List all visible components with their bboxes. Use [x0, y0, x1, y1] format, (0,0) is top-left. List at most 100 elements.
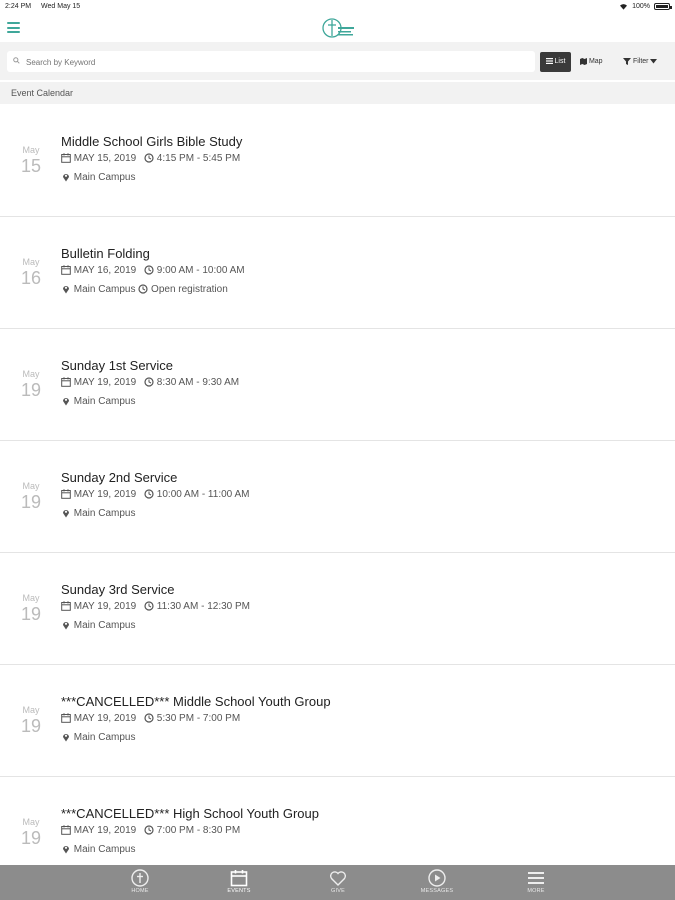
clock-icon: [144, 265, 154, 275]
wifi-icon: [620, 4, 628, 10]
event-datetime: MAY 19, 2019 8:30 AM - 9:30 AM: [61, 377, 239, 388]
event-month: May: [22, 145, 40, 155]
tab-home-label: HOME: [131, 888, 149, 894]
event-location: Main Campus: [73, 620, 136, 631]
event-date-block: May 19: [16, 817, 46, 849]
event-datetime: MAY 16, 2019 9:00 AM - 10:00 AM: [61, 265, 245, 276]
tab-events-label: EVENTS: [227, 888, 251, 894]
status-bar: 2:24 PM Wed May 15 100%: [0, 0, 675, 14]
event-list-item[interactable]: May 19 Sunday 2nd Service MAY 19, 2019 1…: [0, 441, 675, 553]
play-icon: [428, 869, 446, 887]
event-day: 19: [20, 604, 42, 624]
location-pin-icon: [63, 846, 69, 854]
event-day: 15: [20, 156, 42, 176]
tab-more[interactable]: MORE: [496, 865, 576, 900]
calendar-icon: [61, 377, 71, 387]
menu-icon: [528, 872, 544, 884]
map-view-button[interactable]: Map: [580, 52, 603, 72]
event-day: 19: [20, 828, 42, 848]
clock-icon: [144, 601, 154, 611]
event-list-item[interactable]: May 19 ***CANCELLED*** High School Youth…: [0, 777, 675, 865]
event-date-block: May 16: [16, 257, 46, 289]
registration-clock-icon: [138, 284, 148, 294]
event-day: 19: [20, 380, 42, 400]
tab-home[interactable]: HOME: [100, 865, 180, 900]
event-date: MAY 19, 2019: [73, 825, 137, 836]
tab-give[interactable]: GIVE: [298, 865, 378, 900]
app-header: [0, 14, 675, 42]
list-icon: [545, 58, 553, 65]
clock-icon: [144, 489, 154, 499]
event-date: MAY 19, 2019: [73, 489, 137, 500]
calendar-icon: [61, 601, 71, 611]
tab-more-label: MORE: [527, 888, 545, 894]
location-pin-icon: [63, 510, 69, 518]
event-list-item[interactable]: May 19 Sunday 1st Service MAY 19, 2019 8…: [0, 329, 675, 441]
event-location-row: Main Campus: [61, 620, 135, 631]
event-title: Sunday 3rd Service: [61, 582, 175, 597]
search-input[interactable]: [24, 54, 528, 71]
event-day: 19: [20, 492, 42, 512]
event-location-row: Main Campus: [61, 396, 135, 407]
event-location: Main Campus: [73, 172, 136, 183]
event-month: May: [22, 705, 40, 715]
calendar-icon: [61, 489, 71, 499]
filter-label: Filter: [632, 58, 649, 65]
tab-events[interactable]: EVENTS: [199, 865, 279, 900]
event-time: 10:00 AM - 11:00 AM: [156, 489, 250, 500]
filter-button[interactable]: Filter: [623, 52, 658, 72]
clock-icon: [144, 377, 154, 387]
event-title: Middle School Girls Bible Study: [61, 134, 243, 149]
list-view-button[interactable]: List: [540, 52, 571, 72]
event-list-item[interactable]: May 19 ***CANCELLED*** Middle School You…: [0, 665, 675, 777]
event-month: May: [22, 481, 40, 491]
tab-messages-label: MESSAGES: [420, 888, 454, 894]
event-time: 9:00 AM - 10:00 AM: [156, 265, 245, 276]
calendar-icon: [61, 153, 71, 163]
event-title: ***CANCELLED*** Middle School Youth Grou…: [61, 694, 331, 709]
event-date: MAY 19, 2019: [73, 601, 137, 612]
event-month: May: [22, 257, 40, 267]
map-icon: [580, 57, 587, 65]
hamburger-menu-icon[interactable]: [7, 22, 20, 33]
event-datetime: MAY 19, 2019 7:00 PM - 8:30 PM: [61, 825, 240, 836]
event-list-item[interactable]: May 15 Middle School Girls Bible Study M…: [0, 105, 675, 217]
calendar-icon: [61, 713, 71, 723]
event-time: 5:30 PM - 7:00 PM: [156, 713, 241, 724]
event-title: Sunday 2nd Service: [61, 470, 178, 485]
bottom-tab-bar: HOME EVENTS GIVE MESSAGES MORE: [0, 865, 675, 900]
event-date-block: May 15: [16, 145, 46, 177]
search-box[interactable]: [7, 51, 535, 72]
event-registration: Open registration: [151, 284, 228, 295]
status-time: 2:24 PM: [5, 3, 32, 10]
location-pin-icon: [63, 398, 69, 406]
event-date: MAY 15, 2019: [73, 153, 137, 164]
event-date: MAY 16, 2019: [73, 265, 137, 276]
location-pin-icon: [63, 286, 69, 294]
event-time: 8:30 AM - 9:30 AM: [156, 377, 240, 388]
event-datetime: MAY 19, 2019 11:30 AM - 12:30 PM: [61, 601, 250, 612]
event-time: 11:30 AM - 12:30 PM: [156, 601, 250, 612]
list-view-label: List: [554, 58, 566, 65]
church-logo: [322, 18, 354, 38]
event-list-item[interactable]: May 19 Sunday 3rd Service MAY 19, 2019 1…: [0, 553, 675, 665]
clock-icon: [144, 153, 154, 163]
home-icon: [131, 869, 149, 887]
event-datetime: MAY 15, 2019 4:15 PM - 5:45 PM: [61, 153, 240, 164]
event-location: Main Campus: [73, 508, 136, 519]
event-location-row: Main Campus: [61, 172, 135, 183]
event-title: ***CANCELLED*** High School Youth Group: [61, 806, 319, 821]
event-date: MAY 19, 2019: [73, 713, 137, 724]
tab-messages[interactable]: MESSAGES: [397, 865, 477, 900]
heart-icon: [329, 871, 347, 886]
battery-icon: [654, 3, 672, 10]
event-list: May 15 Middle School Girls Bible Study M…: [0, 105, 675, 865]
event-list-item[interactable]: May 16 Bulletin Folding MAY 16, 2019 9:0…: [0, 217, 675, 329]
event-date-block: May 19: [16, 481, 46, 513]
calendar-icon: [61, 825, 71, 835]
event-location: Main Campus: [73, 396, 136, 407]
event-location-row: Main Campus: [61, 844, 135, 855]
location-pin-icon: [63, 734, 69, 742]
section-header: Event Calendar: [0, 82, 675, 104]
event-day: 19: [20, 716, 42, 736]
